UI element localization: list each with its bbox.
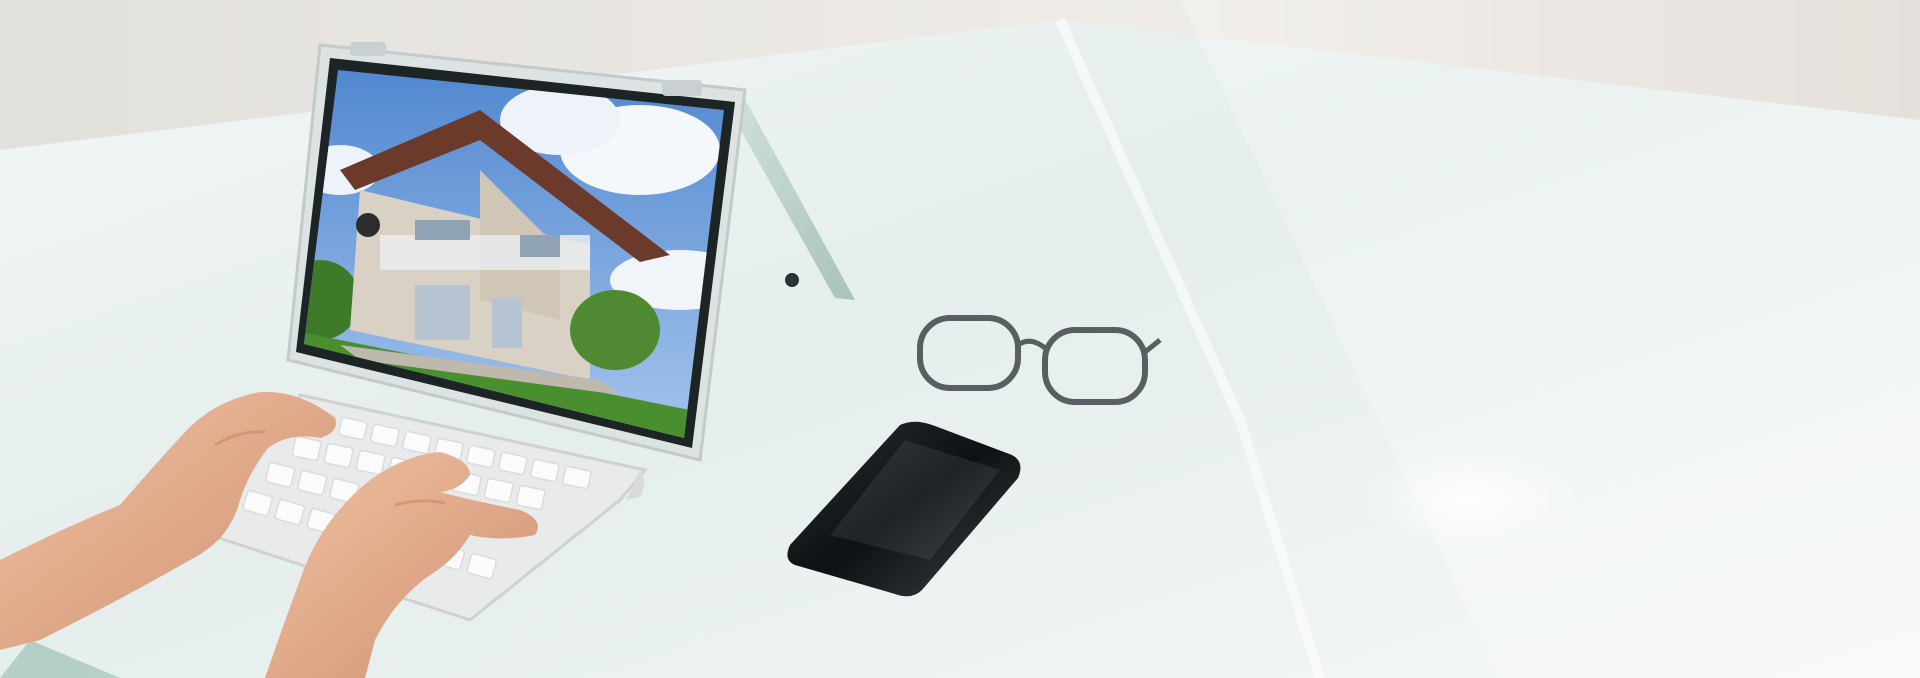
tablet-camera bbox=[785, 273, 799, 287]
photo-scene bbox=[0, 0, 1920, 678]
tablet-hinge-left bbox=[350, 42, 386, 56]
scene-illustration bbox=[0, 0, 1920, 678]
tablet-hinge-right bbox=[662, 80, 702, 96]
